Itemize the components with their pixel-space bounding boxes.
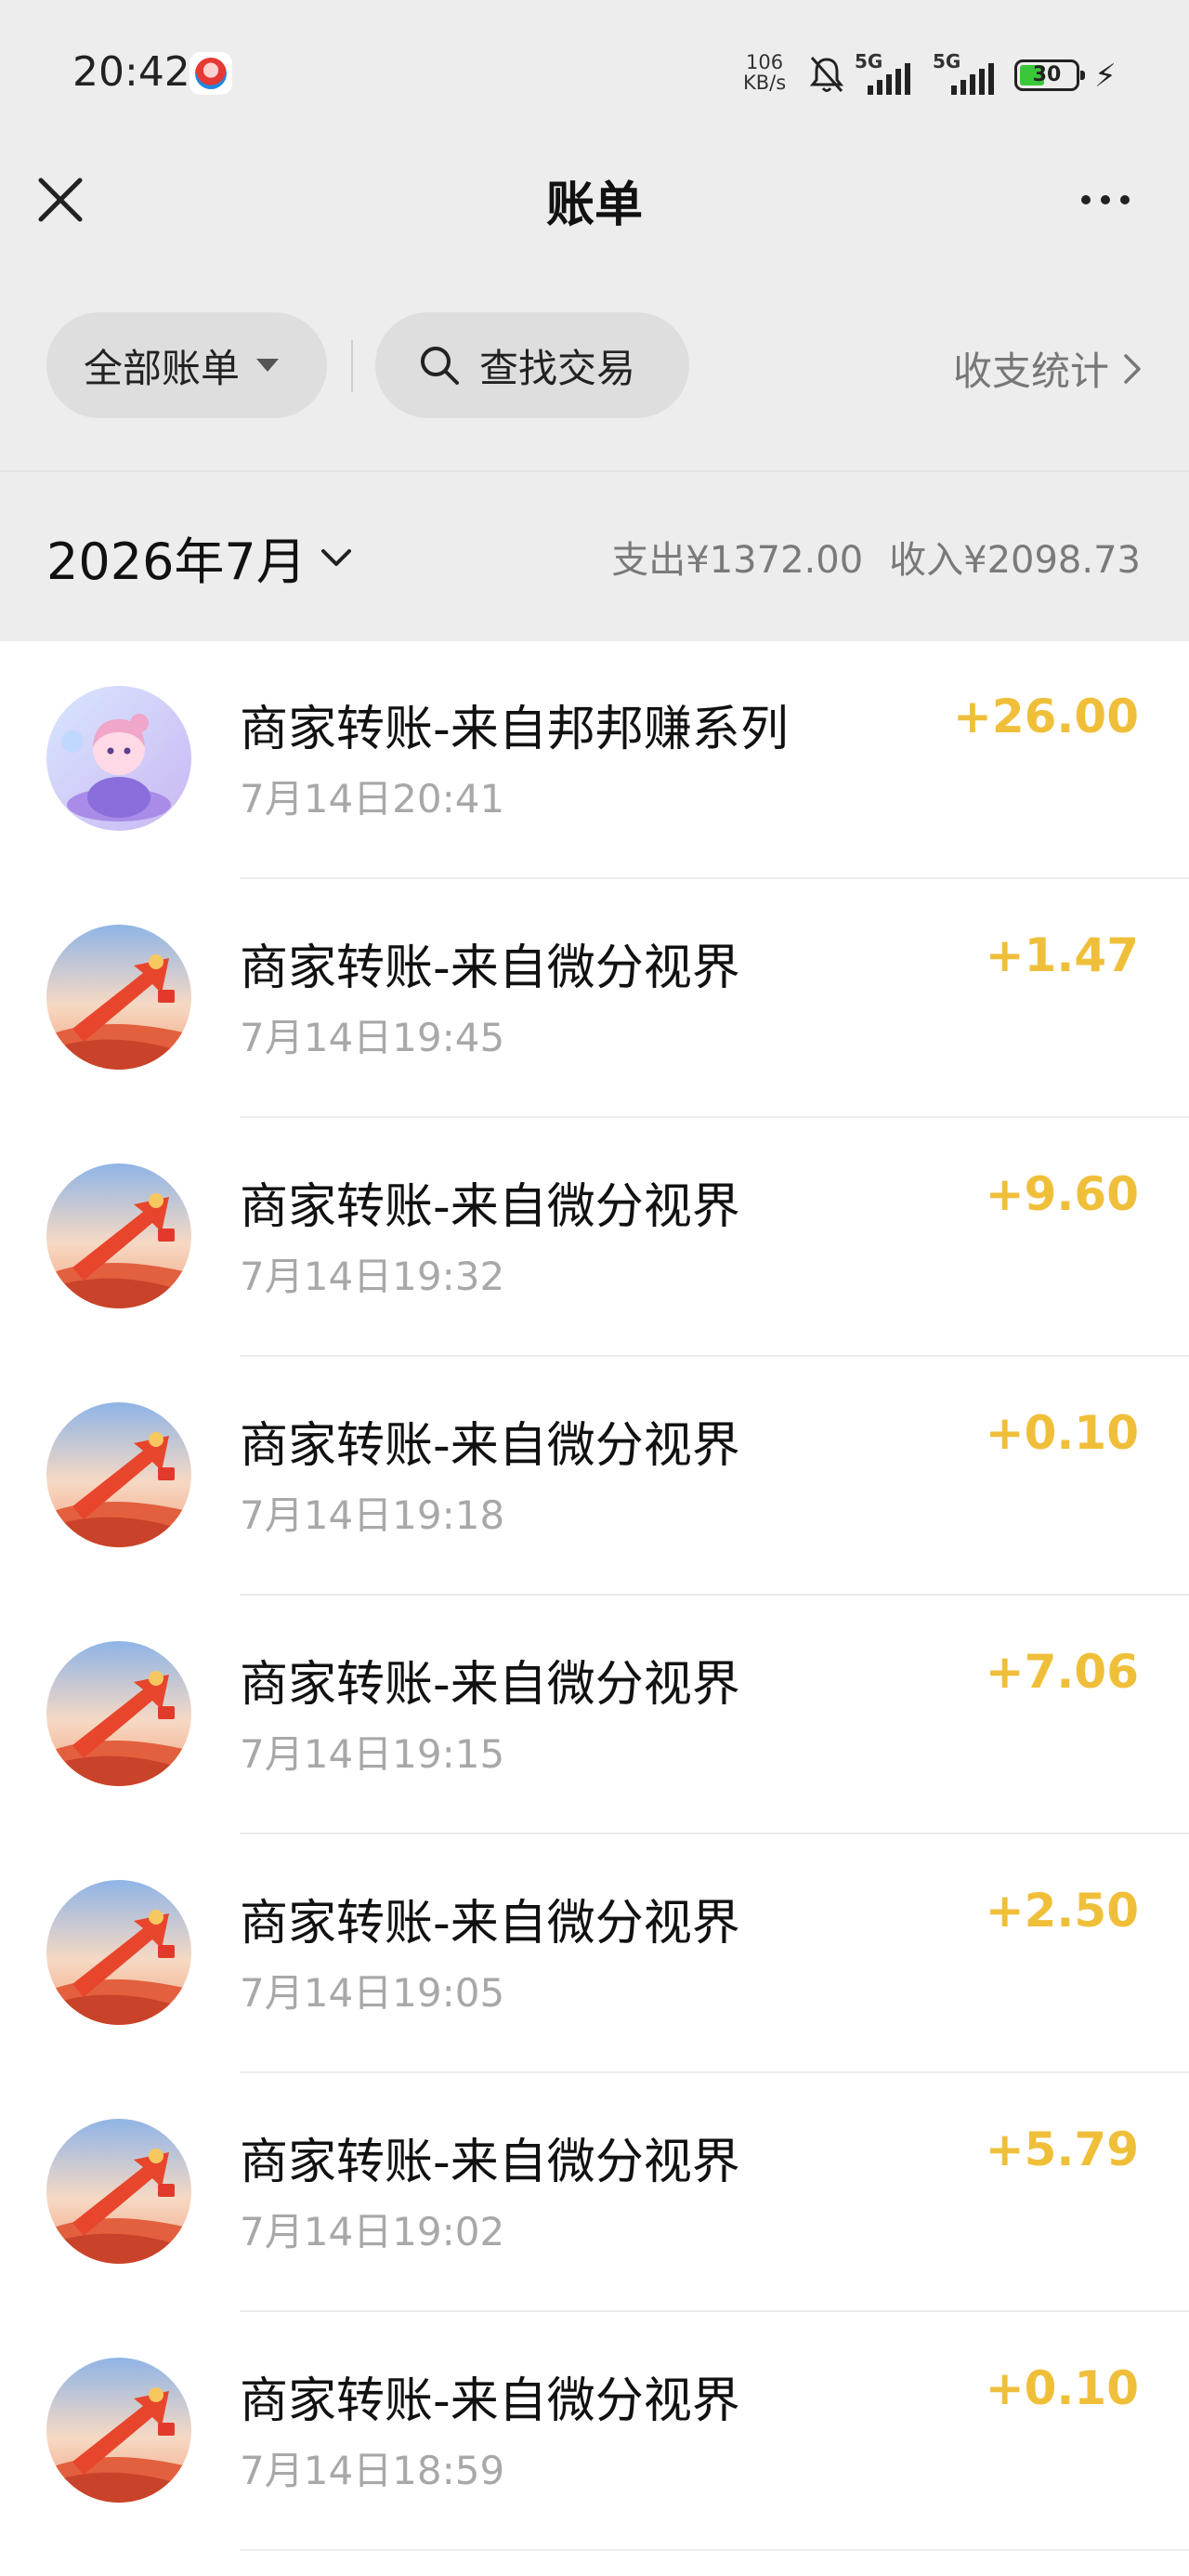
transaction-time: 7月14日19:18 <box>240 1492 505 1538</box>
transaction-amount: +5.79 <box>985 2123 1139 2176</box>
sim1-signal-icon: 5G <box>855 50 920 95</box>
red-arrow-avatar <box>46 925 191 1070</box>
transaction-title: 商家转账-来自微分视界 <box>240 2135 740 2190</box>
transaction-row[interactable]: 商家转账-来自微分视界 7月14日18:59 +0.10 <box>0 2313 1189 2551</box>
transaction-row[interactable]: 商家转账-来自微分视界 7月14日19:32 +9.60 <box>0 1119 1189 1357</box>
transaction-amount: +1.47 <box>985 928 1139 982</box>
row-divider <box>240 1116 1189 1118</box>
filter-bar: 全部账单 查找交易 收支统计 <box>0 312 1189 420</box>
transaction-title: 商家转账-来自微分视界 <box>240 1896 740 1952</box>
transaction-title: 商家转账-来自微分视界 <box>240 1657 740 1713</box>
row-divider <box>240 1833 1189 1834</box>
transaction-title: 商家转账-来自微分视界 <box>240 940 740 996</box>
more-icon[interactable] <box>1068 177 1143 223</box>
transaction-list: 商家转账-来自邦邦赚系列 7月14日20:41 +26.00 商家转账-来自微分视界… <box>0 641 1189 2576</box>
red-arrow-avatar <box>46 1880 191 2025</box>
transaction-title: 商家转账-来自邦邦赚系列 <box>240 702 789 757</box>
transaction-time: 7月14日20:41 <box>240 776 505 821</box>
row-divider <box>240 2071 1189 2073</box>
anime-character-avatar <box>46 686 191 831</box>
status-bar: 20:42 106 KB/s 5G 5G 30 ⚡ <box>0 0 1189 149</box>
month-picker[interactable]: 2026年7月 <box>46 520 353 594</box>
transaction-row[interactable]: 商家转账-来自微分视界 7月14日19:18 +0.10 <box>0 1358 1189 1596</box>
transaction-row[interactable]: 商家转账-来自微分视界 7月14日19:45 +1.47 <box>0 880 1189 1118</box>
search-label: 查找交易 <box>479 345 636 391</box>
chevron-down-icon <box>320 548 351 566</box>
row-divider <box>240 1594 1189 1596</box>
red-arrow-avatar <box>46 2358 191 2503</box>
row-divider <box>240 2310 1189 2312</box>
transaction-title: 商家转账-来自微分视界 <box>240 2373 740 2429</box>
transaction-amount: +0.10 <box>985 2361 1139 2415</box>
month-summary: 支出¥1372.00 收入¥2098.73 <box>611 530 1141 584</box>
income-expense-stats-link[interactable]: 收支统计 <box>953 340 1143 397</box>
network-speed-value: 106 <box>746 51 784 73</box>
month-header: 2026年7月 支出¥1372.00 收入¥2098.73 <box>0 470 1189 643</box>
search-icon <box>421 347 459 385</box>
status-time: 20:42 <box>72 48 190 96</box>
transaction-title: 商家转账-来自微分视界 <box>240 1418 740 1474</box>
caret-down-icon <box>256 359 280 372</box>
transaction-row[interactable]: 商家转账-来自微分视界 7月14日19:15 +7.06 <box>0 1597 1189 1834</box>
transaction-time: 7月14日19:45 <box>240 1015 505 1060</box>
search-transactions-button[interactable]: 查找交易 <box>375 312 689 418</box>
sim2-signal-icon: 5G <box>933 50 1007 95</box>
transaction-row[interactable]: 商家转账-来自微分视界 7月14日19:02 +5.79 <box>0 2074 1189 2312</box>
red-arrow-avatar <box>46 2119 191 2264</box>
red-arrow-avatar <box>46 1402 191 1547</box>
month-expense: 支出¥1372.00 <box>611 539 864 582</box>
nav-bar: 账单 <box>0 149 1189 279</box>
transaction-amount: +7.06 <box>985 1645 1139 1699</box>
red-arrow-avatar <box>46 1163 191 1308</box>
network-speed: 106 KB/s <box>743 52 786 93</box>
transaction-time: 7月14日19:02 <box>240 2209 505 2254</box>
chevron-right-icon <box>1124 353 1141 384</box>
app-notification-icon <box>189 52 232 95</box>
month-income: 收入¥2098.73 <box>889 539 1141 582</box>
row-divider <box>240 2549 1189 2551</box>
page-title: 账单 <box>545 177 643 233</box>
network-speed-unit: KB/s <box>743 72 787 94</box>
row-divider <box>240 1355 1189 1357</box>
transaction-row[interactable]: 商家转账-来自邦邦赚系列 7月14日20:41 +26.00 <box>0 641 1189 879</box>
transaction-time: 7月14日19:15 <box>240 1731 505 1777</box>
filter-divider <box>351 340 353 392</box>
all-bills-dropdown[interactable]: 全部账单 <box>46 312 327 418</box>
all-bills-label: 全部账单 <box>84 345 241 391</box>
row-divider <box>240 877 1189 879</box>
stats-label: 收支统计 <box>952 348 1109 394</box>
battery-level: 30 <box>1032 63 1062 86</box>
mute-bell-icon <box>809 57 844 92</box>
month-label: 2026年7月 <box>46 532 307 591</box>
transaction-row[interactable]: 商家转账-来自微分视界 7月14日19:05 +2.50 <box>0 1835 1189 2073</box>
transaction-amount: +9.60 <box>985 1167 1139 1221</box>
transaction-time: 7月14日19:05 <box>240 1970 505 2016</box>
transaction-amount: +0.10 <box>985 1406 1139 1460</box>
battery-icon: 30 <box>1014 59 1085 91</box>
red-arrow-avatar <box>46 1641 191 1786</box>
transaction-time: 7月14日19:32 <box>240 1254 505 1299</box>
charging-icon: ⚡ <box>1094 58 1117 95</box>
transaction-title: 商家转账-来自微分视界 <box>240 1179 740 1235</box>
transaction-time: 7月14日18:59 <box>240 2448 505 2493</box>
transaction-amount: +2.50 <box>985 1884 1139 1938</box>
transaction-amount: +26.00 <box>952 690 1139 743</box>
